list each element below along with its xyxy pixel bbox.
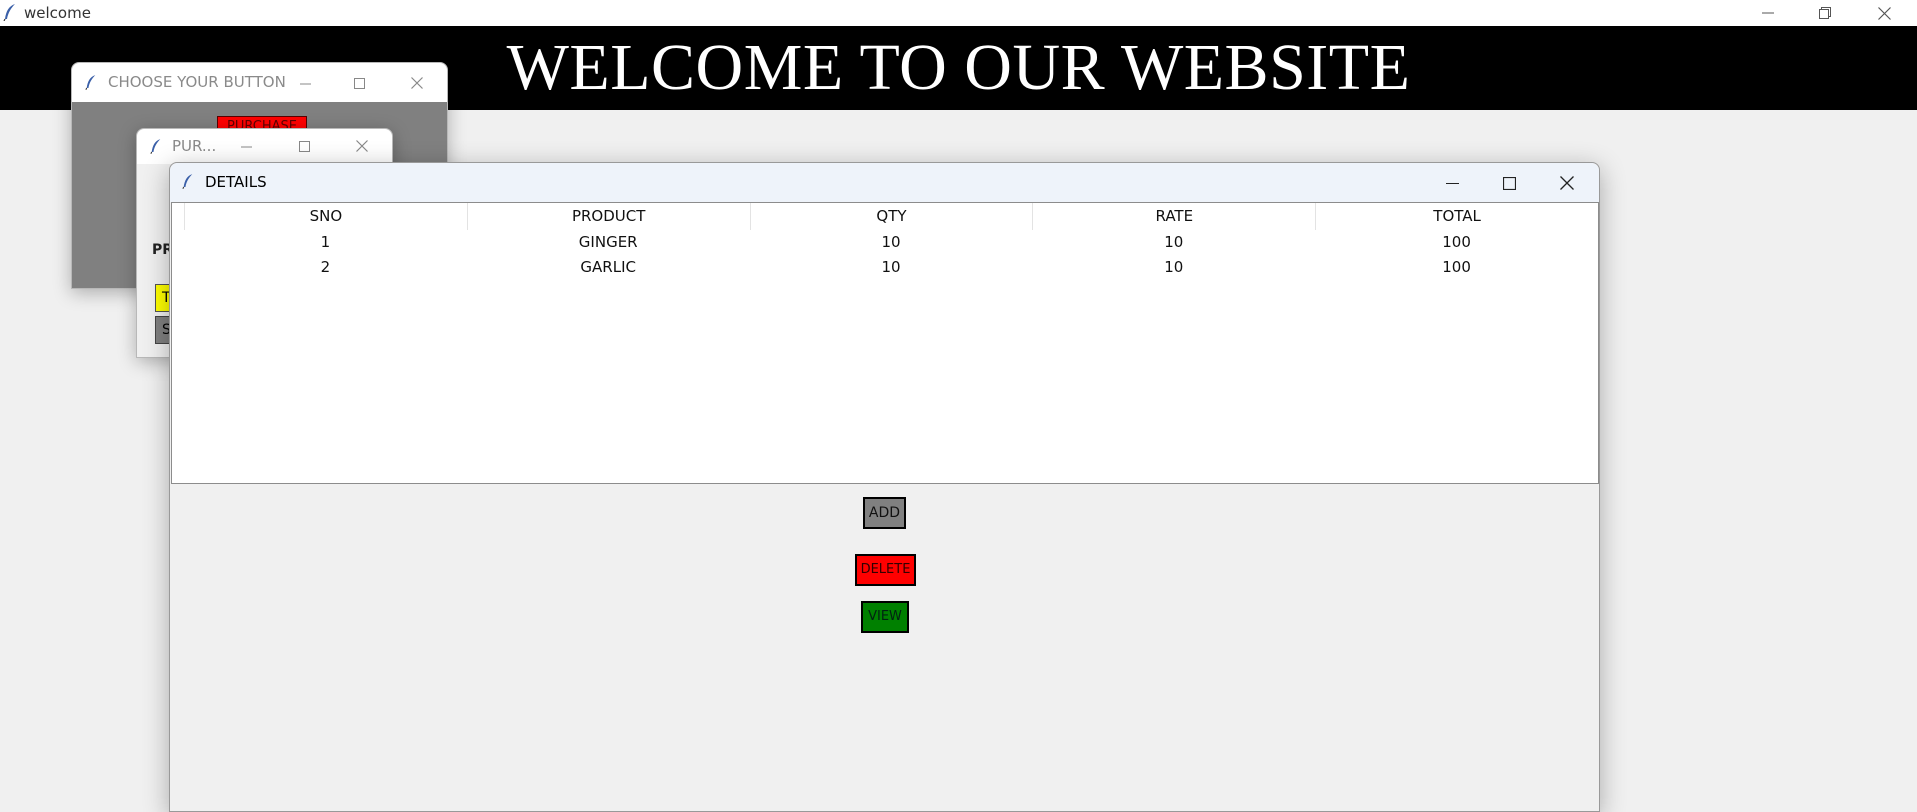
purchase-window-title-bar: PUR...: [137, 129, 392, 164]
table-cell: 100: [1442, 258, 1471, 276]
view-button[interactable]: VIEW: [861, 601, 909, 633]
table-cell: 10: [1164, 233, 1184, 251]
delete-button[interactable]: DELETE: [855, 554, 916, 586]
column-header-sno[interactable]: SNO: [184, 203, 467, 230]
main-title-bar: welcome: [0, 0, 1917, 26]
table-cell: 100: [1442, 233, 1471, 251]
table-cell: 2: [320, 258, 331, 276]
minimize-button[interactable]: [1740, 0, 1796, 26]
restore-button[interactable]: [1797, 0, 1853, 26]
column-header-rate[interactable]: RATE: [1032, 203, 1315, 230]
close-button[interactable]: [1856, 0, 1912, 26]
restore-icon: [1819, 7, 1831, 19]
choose-minimize-button[interactable]: [290, 73, 320, 93]
add-button[interactable]: ADD: [863, 497, 906, 529]
choose-close-button[interactable]: [402, 73, 432, 93]
table-row[interactable]: 1 GINGER 10 10 100: [184, 230, 1598, 255]
table-row[interactable]: 2 GARLIC 10 10 100: [184, 255, 1598, 280]
column-header-total[interactable]: TOTAL: [1315, 203, 1598, 230]
tk-feather-icon: [182, 174, 193, 189]
choose-maximize-button[interactable]: [344, 73, 374, 93]
close-icon: [1877, 6, 1891, 20]
details-table[interactable]: SNO PRODUCT QTY RATE TOTAL 1 GINGER 10 1…: [171, 202, 1599, 484]
purchase-close-button[interactable]: [347, 136, 377, 156]
minimize-icon: [1445, 182, 1459, 184]
close-icon: [356, 140, 368, 152]
close-icon: [1560, 176, 1574, 190]
details-window: DETAILS SNO PRODUCT QTY RATE TOTAL 1 GIN…: [169, 162, 1600, 812]
purchase-window-title: PUR...: [172, 137, 217, 155]
details-maximize-button[interactable]: [1489, 171, 1529, 195]
details-window-title: DETAILS: [205, 173, 267, 191]
choose-window-title-bar: CHOOSE YOUR BUTTON: [72, 63, 447, 102]
maximize-icon: [298, 140, 310, 152]
close-icon: [411, 77, 423, 89]
choose-window-title: CHOOSE YOUR BUTTON: [108, 73, 286, 91]
column-header-product[interactable]: PRODUCT: [466, 203, 750, 230]
table-header: SNO PRODUCT QTY RATE TOTAL: [184, 203, 1598, 230]
table-cell: 10: [881, 258, 901, 276]
table-cell: GINGER: [578, 233, 638, 251]
details-close-button[interactable]: [1547, 171, 1587, 195]
details-title-bar: DETAILS: [170, 163, 1599, 202]
purchase-maximize-button[interactable]: [289, 136, 319, 156]
maximize-icon: [353, 77, 365, 89]
main-window-title: welcome: [24, 4, 91, 22]
tk-feather-icon: [150, 139, 161, 154]
table-cell: 1: [320, 233, 331, 251]
column-header-qty[interactable]: QTY: [749, 203, 1033, 230]
table-cell: 10: [881, 233, 901, 251]
table-cell: GARLIC: [580, 258, 636, 276]
details-minimize-button[interactable]: [1432, 171, 1472, 195]
minimize-icon: [1762, 12, 1774, 14]
table-cell: 10: [1164, 258, 1184, 276]
tk-feather-icon: [85, 75, 96, 90]
minimize-icon: [240, 146, 252, 147]
tk-feather-icon: [3, 4, 15, 21]
table-body: 1 GINGER 10 10 100 2 GARLIC 10 10 100: [184, 230, 1598, 280]
minimize-icon: [299, 83, 311, 84]
maximize-icon: [1502, 176, 1516, 190]
purchase-minimize-button[interactable]: [231, 136, 261, 156]
